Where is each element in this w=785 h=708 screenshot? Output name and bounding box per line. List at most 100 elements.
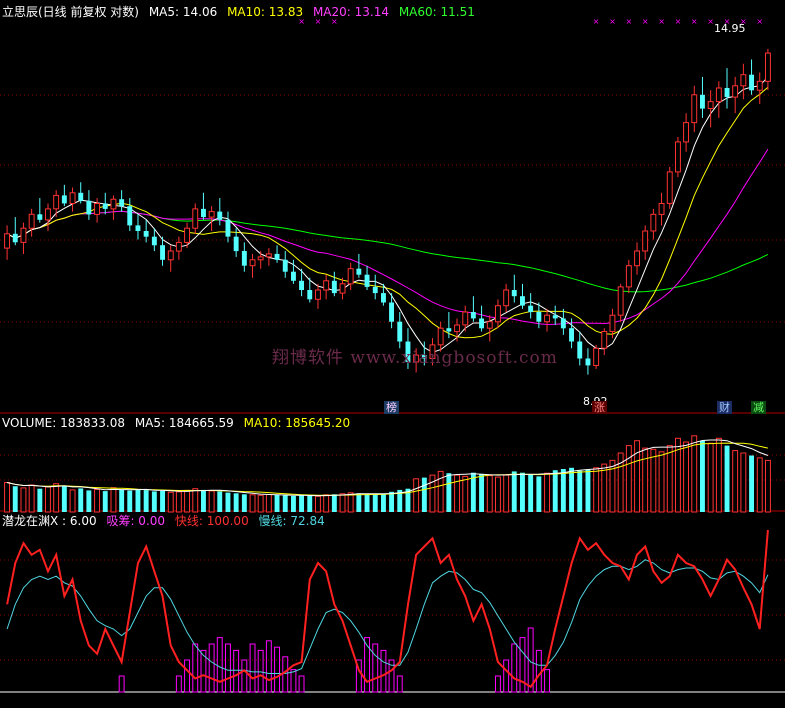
candle-body [299, 280, 304, 290]
price-header: 立思辰(日线 前复权 对数) MA5: 14.06 MA10: 13.83 MA… [2, 5, 481, 19]
fast-line-value: 快线: 100.00 [174, 514, 249, 528]
volume-bar [642, 447, 649, 513]
candle-body [658, 203, 665, 215]
candle-body [364, 274, 370, 287]
candle-body [609, 314, 616, 333]
signal-marker: × [658, 17, 665, 26]
xichou-value: 吸筹: 0.00 [106, 514, 166, 528]
volume-bar [691, 435, 698, 513]
volume-bar [601, 463, 608, 513]
candle-body [707, 101, 714, 109]
tag-jian[interactable]: 减 [751, 401, 766, 414]
candle-body [577, 341, 583, 359]
candle-body [37, 214, 43, 220]
candle-body [225, 219, 231, 237]
xichou-bar [282, 656, 289, 693]
volume-bar [151, 491, 157, 512]
volume-bar [381, 493, 386, 512]
slow-line [6, 559, 769, 674]
tag-cai[interactable]: 财 [717, 401, 732, 414]
candle-body [151, 236, 157, 246]
candle-body [381, 293, 386, 303]
candle-body [274, 253, 280, 260]
volume-bar [192, 488, 199, 513]
xichou-bar [265, 640, 272, 693]
xichou-bar [495, 675, 501, 693]
volume-bar [429, 474, 436, 513]
candle-body [454, 324, 461, 333]
candle-body [217, 211, 223, 220]
candle-body [691, 94, 698, 124]
candle-body [61, 195, 67, 204]
volume-bar [495, 476, 501, 513]
candle-body [53, 194, 60, 210]
candle-body [282, 259, 288, 272]
candle-body [20, 227, 27, 243]
candle-body [756, 80, 763, 91]
ma10-value: MA10: 13.83 [227, 5, 304, 19]
volume-bar [486, 475, 493, 513]
candle-body [585, 358, 591, 366]
tag-zhang[interactable]: 涨 [592, 401, 607, 414]
candle-body [119, 199, 125, 207]
candle-body [569, 328, 574, 342]
volume-bar [282, 495, 288, 512]
tag-bang[interactable]: 榜 [384, 401, 399, 414]
xichou-bar [118, 675, 125, 693]
candle-body [520, 296, 525, 306]
volume-bar [291, 496, 296, 512]
ma60-value: MA60: 11.51 [398, 5, 475, 19]
stock-chart-window[interactable]: × × × × × × × × × × × × × × 立思辰(日线 前复权 对数) MA5: 14.06… [0, 0, 785, 704]
volume-bar [307, 495, 313, 512]
candle-body [86, 200, 92, 215]
candle-body [347, 268, 354, 285]
volume-bar [119, 489, 125, 512]
volume-bar [4, 482, 10, 513]
volume-bar [511, 471, 517, 512]
xichou-bar [380, 649, 387, 693]
volume-bar [28, 484, 35, 513]
candle-body [740, 74, 747, 87]
volume-bar [462, 475, 469, 513]
volume-bar [707, 442, 714, 513]
candle-body [732, 85, 739, 98]
candle-body [666, 171, 673, 204]
volume-bar [503, 474, 510, 513]
volume-bar [127, 490, 133, 512]
volume-bar [208, 490, 215, 513]
volume-bar [135, 489, 141, 512]
volume-bar [175, 491, 182, 513]
candle-body [544, 314, 550, 323]
volume-bar [544, 472, 550, 513]
candle-body [601, 331, 608, 349]
volume-bar [724, 445, 730, 512]
volume-bar [110, 487, 117, 513]
candle-body [127, 206, 133, 226]
volume-bar [249, 494, 256, 513]
candle-body [552, 315, 558, 319]
candle-body [339, 283, 346, 294]
volume-bar [78, 488, 84, 512]
candle-body [4, 233, 10, 249]
volume-bar [356, 493, 362, 512]
candle-body [715, 87, 722, 103]
volume-bar [217, 491, 223, 512]
signal-marker: × [691, 17, 698, 26]
volume-bar [536, 476, 542, 512]
volume-bar [700, 440, 705, 512]
volume-bar [167, 491, 174, 513]
candle-body [331, 280, 337, 294]
volume-bar [315, 495, 321, 513]
volume-bar [265, 494, 272, 513]
candle-body [446, 328, 452, 332]
candle-body [503, 289, 510, 307]
vol-ma10-value: MA10: 185645.20 [243, 416, 351, 430]
vol-ma5-value: MA5: 184665.59 [134, 416, 234, 430]
candle-body [372, 286, 378, 294]
candle-body [135, 225, 141, 231]
candle-body [241, 251, 247, 266]
volume-bar [233, 493, 239, 512]
candle-body [397, 321, 403, 342]
xichou-bar [241, 659, 248, 693]
volume-bar [20, 487, 27, 513]
